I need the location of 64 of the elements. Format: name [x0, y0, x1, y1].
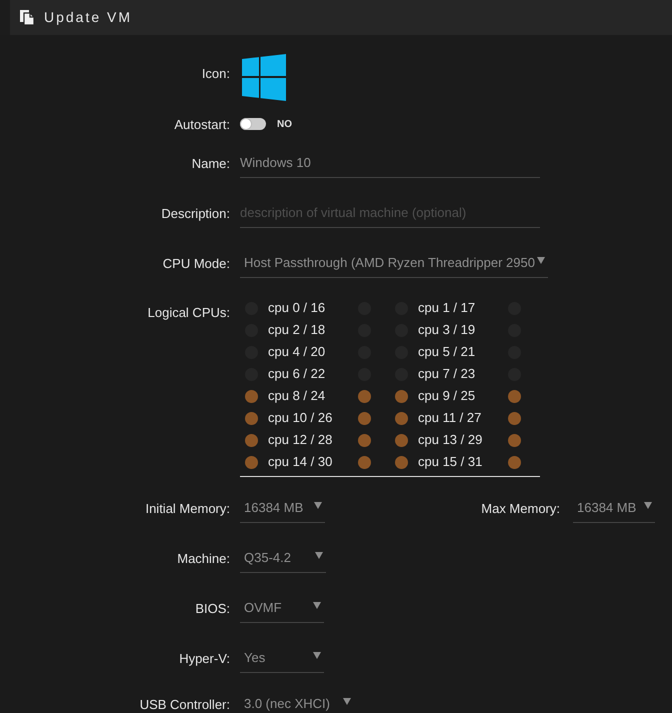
field-label: Hyper-V:	[179, 650, 230, 666]
cpu-label: cpu 9 / 25	[418, 387, 476, 406]
field-label: Machine:	[177, 550, 230, 566]
cpu-label: cpu 11 / 27	[418, 409, 482, 428]
cpu-label: cpu 3 / 19	[418, 321, 476, 340]
cpu-checkbox[interactable]	[395, 412, 408, 424]
toggle-state-label: NO	[277, 118, 292, 132]
dropdown[interactable]: Q35-4.2	[240, 544, 326, 572]
cpu-checkbox[interactable]	[508, 434, 521, 446]
caret-icon	[644, 502, 652, 509]
cpu-label: cpu 5 / 21	[418, 343, 476, 362]
dropdown[interactable]: 16384 MB	[573, 494, 655, 522]
field-label: Max Memory:	[481, 500, 560, 516]
cpu-checkbox[interactable]	[508, 412, 521, 424]
cpu-checkbox[interactable]	[395, 390, 408, 402]
cpu-checkbox[interactable]	[395, 434, 408, 446]
caret-icon	[343, 698, 351, 705]
dropdown[interactable]: 16384 MB	[240, 494, 325, 522]
dropdown[interactable]: OVMF	[240, 594, 324, 622]
dropdown[interactable]: Yes	[240, 644, 324, 672]
window-logo-icon	[242, 54, 286, 101]
field-label: CPU Mode:	[162, 256, 230, 270]
field-label: Logical CPUs:	[148, 305, 230, 320]
caret-icon	[537, 257, 545, 264]
field-label: BIOS:	[195, 600, 230, 616]
caret-icon	[313, 652, 321, 659]
cpu-checkbox[interactable]	[508, 390, 521, 402]
page-title: Update VM	[44, 8, 132, 27]
toggle-switch[interactable]	[240, 118, 266, 130]
cpu-checkbox[interactable]	[358, 456, 371, 468]
cpu-label: cpu 6 / 22	[268, 365, 326, 384]
field-label: USB Controller:	[140, 696, 230, 712]
cpu-checkbox[interactable]	[245, 390, 258, 402]
cpu-checkbox[interactable]	[395, 456, 408, 468]
field-label: Description:	[161, 206, 230, 220]
cpu-checkbox[interactable]	[358, 390, 371, 402]
cpu-checkbox[interactable]	[358, 434, 371, 446]
name-field[interactable]: Windows 10	[240, 148, 540, 178]
cpu-label: cpu 0 / 16	[268, 299, 326, 318]
cpu-label: cpu 7 / 23	[418, 365, 476, 384]
cpu-label: cpu 15 / 31	[418, 453, 482, 472]
dropdown[interactable]: 3.0 (nec XHCI)	[240, 690, 354, 713]
cpu-label: cpu 12 / 28	[268, 431, 332, 450]
caret-icon	[314, 502, 322, 509]
cpu-label: cpu 1 / 17	[418, 299, 476, 318]
field-label: Icon:	[202, 66, 230, 81]
cpu-label: cpu 8 / 24	[268, 387, 326, 406]
caret-icon	[313, 602, 321, 609]
cpu-checkbox[interactable]	[358, 412, 371, 424]
field-label: Name:	[192, 156, 230, 170]
cpu-checkbox[interactable]	[245, 434, 258, 446]
cpu-label: cpu 2 / 18	[268, 321, 326, 340]
cpu-checkbox[interactable]	[245, 456, 258, 468]
field-label: Initial Memory:	[145, 500, 230, 516]
cpu-checkbox[interactable]	[245, 412, 258, 424]
cpu-label: cpu 14 / 30	[268, 453, 332, 472]
caret-icon	[315, 552, 323, 559]
cpu-label: cpu 10 / 26	[268, 409, 332, 428]
field-label: Autostart:	[174, 116, 230, 132]
cpu-label: cpu 4 / 20	[268, 343, 326, 362]
dropdown[interactable]: Host Passthrough (AMD Ryzen Threadripper 2950	[240, 248, 548, 278]
cpu-checkbox[interactable]	[508, 456, 521, 468]
documents-icon	[20, 10, 34, 25]
cpu-label: cpu 13 / 29	[418, 431, 482, 450]
